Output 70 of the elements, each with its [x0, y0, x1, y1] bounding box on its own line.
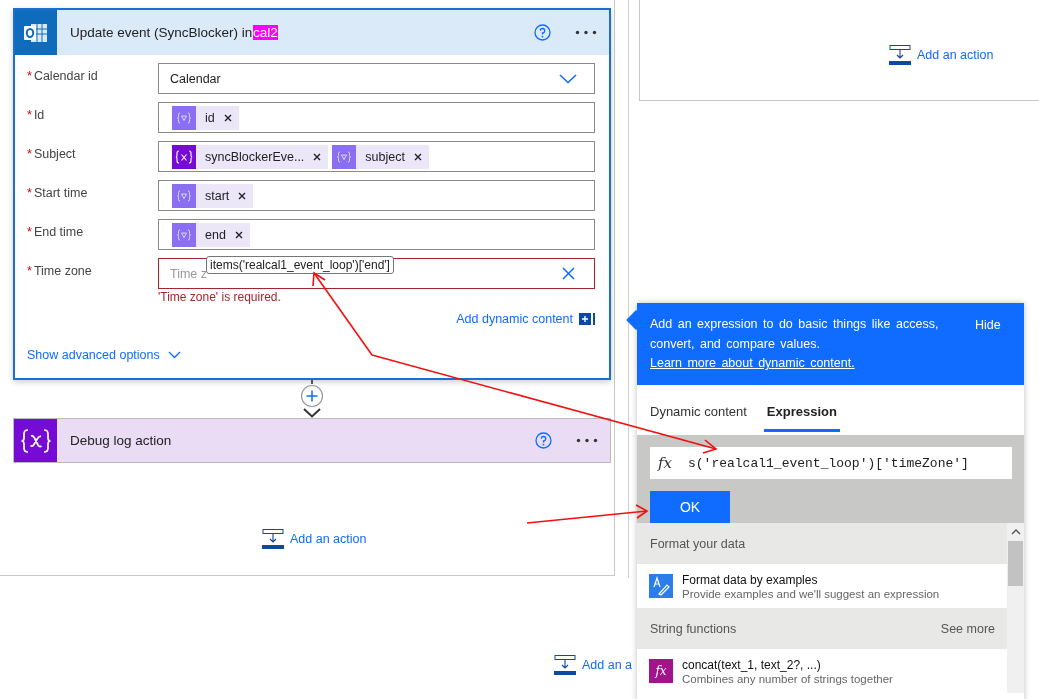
- add-action-icon[interactable]: [889, 45, 911, 65]
- ok-button[interactable]: OK: [650, 491, 730, 523]
- remove-icon[interactable]: [223, 113, 232, 122]
- field-label: * Subject: [27, 146, 77, 161]
- token-field[interactable]: id: [158, 102, 595, 133]
- time-zone-field[interactable]: Time z items('realcal1_event_loop')['end']: [158, 258, 595, 289]
- output-icon: [177, 111, 191, 124]
- token-field[interactable]: start: [158, 180, 595, 211]
- remove-icon[interactable]: [413, 152, 422, 161]
- remove-icon[interactable]: [313, 152, 322, 161]
- field-label: * Start time: [27, 185, 89, 200]
- item-description: Provide examples and we'll suggest an expression: [682, 587, 940, 600]
- add-action-link[interactable]: Add an a: [582, 658, 633, 672]
- info-text: Add an expression to do basic things like access, convert, and compare values. Learn more about dynamic content.: [650, 316, 940, 372]
- format-icon: [649, 574, 673, 598]
- scroll-up-icon[interactable]: [1010, 529, 1021, 535]
- token-chip[interactable]: id: [172, 105, 239, 130]
- more-icon[interactable]: [575, 30, 597, 35]
- add-dynamic-content-link[interactable]: Add dynamic content: [456, 312, 573, 326]
- token-chip[interactable]: start: [172, 183, 254, 208]
- remove-icon[interactable]: [234, 230, 243, 239]
- add-action-link[interactable]: Add an action: [290, 532, 367, 546]
- item-name: Format data by examples: [682, 572, 819, 587]
- add-action-icon[interactable]: [554, 655, 576, 675]
- variable-icon: [175, 149, 193, 164]
- learn-more-link[interactable]: Learn more about dynamic content.: [650, 356, 855, 370]
- item-name: concat(text_1, text_2?, ...): [682, 657, 822, 672]
- field-label: * Calendar id: [27, 68, 99, 83]
- scrollbar[interactable]: [1007, 523, 1024, 693]
- variable-icon: [19, 427, 52, 454]
- output-icon: [177, 228, 191, 241]
- more-icon[interactable]: [576, 438, 598, 443]
- scrollbar-thumb[interactable]: [1008, 541, 1023, 586]
- section-title: String functions: [650, 621, 737, 636]
- add-action-icon[interactable]: [262, 529, 284, 549]
- chevron-down-icon: [167, 351, 181, 359]
- token-chip[interactable]: subject: [332, 144, 429, 169]
- output-icon: [337, 150, 352, 163]
- item-description: Combines any number of strings together: [682, 672, 893, 685]
- field-label: * Time zone: [27, 263, 93, 278]
- remove-icon[interactable]: [238, 191, 247, 200]
- section-title: Format your data: [650, 536, 746, 551]
- add-action-link[interactable]: Add an action: [917, 48, 994, 62]
- expression-field[interactable]: fx s('realcal1_event_loop')['timeZone']: [650, 447, 1012, 479]
- help-icon[interactable]: [535, 432, 552, 449]
- hide-link[interactable]: Hide: [975, 315, 1001, 373]
- token-chip[interactable]: end: [172, 222, 250, 247]
- field-label: * Id: [27, 107, 46, 122]
- add-icon[interactable]: [579, 312, 595, 326]
- function-item[interactable]: Format data by examples Provide examples and we'll suggest an expression: [637, 564, 1007, 608]
- calendar-dropdown[interactable]: Calendar: [158, 63, 595, 94]
- error-message: 'Time zone' is required.: [158, 290, 282, 304]
- insert-step-icon[interactable]: [300, 384, 324, 408]
- tab[interactable]: Expression: [763, 385, 840, 432]
- token-field[interactable]: end: [158, 219, 595, 250]
- chevron-down-icon: [559, 73, 577, 84]
- field-label: * End time: [27, 224, 85, 239]
- see-more-link[interactable]: See more: [940, 621, 995, 636]
- clear-icon[interactable]: [562, 267, 575, 280]
- output-icon: [177, 189, 191, 202]
- card-title: Debug log action: [69, 433, 173, 448]
- card-title: Update event (SyncBlocker) incal2: [69, 25, 279, 40]
- token-chip[interactable]: syncBlockerEve...: [172, 144, 329, 169]
- help-icon[interactable]: [534, 24, 551, 41]
- show-advanced-options-link[interactable]: Show advanced options: [27, 348, 160, 362]
- token-field[interactable]: syncBlockerEve... subject: [158, 141, 595, 172]
- function-icon: fx: [649, 659, 673, 683]
- function-item[interactable]: fx concat(text_1, text_2?, ...) Combines any number of strings together: [637, 649, 1007, 693]
- tab[interactable]: Dynamic content: [647, 385, 750, 432]
- tooltip: items('realcal1_event_loop')['end']: [206, 256, 394, 274]
